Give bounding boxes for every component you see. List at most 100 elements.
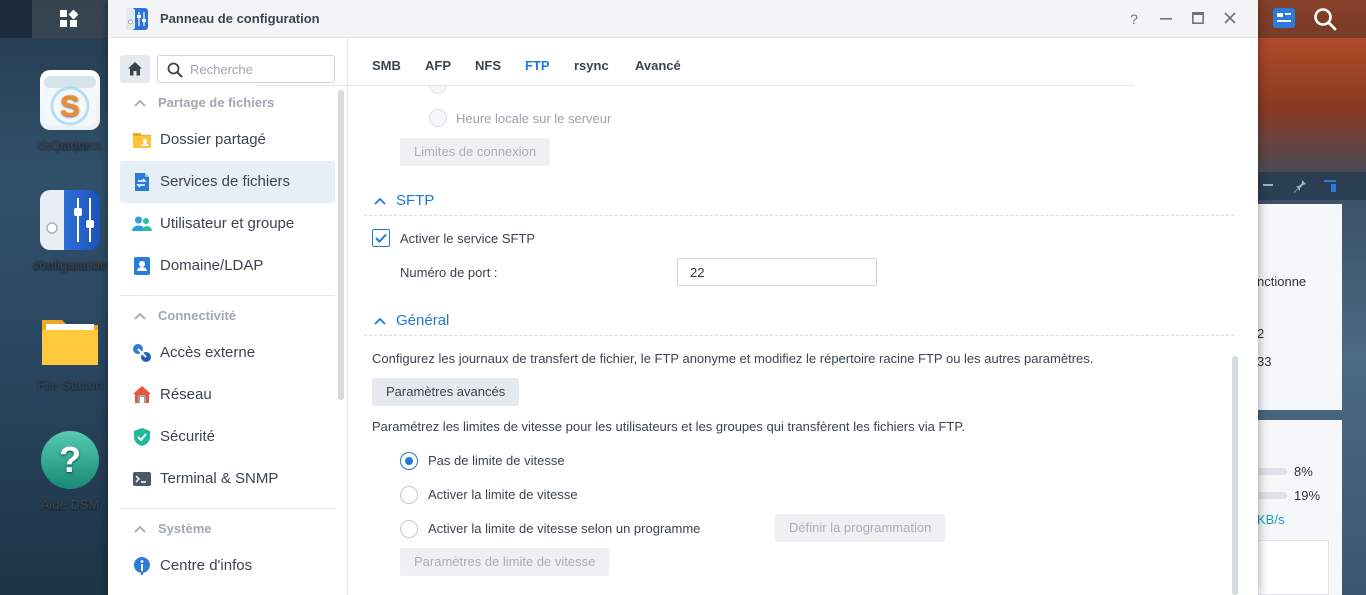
- info-icon: [133, 557, 150, 575]
- tab-smb[interactable]: SMB: [372, 58, 401, 73]
- shared-folder-icon: [133, 133, 151, 148]
- home-button[interactable]: [120, 55, 150, 83]
- minimize-icon: [1160, 18, 1172, 20]
- sidebar-item-security[interactable]: Sécurité: [120, 416, 335, 458]
- sidebar-separator: [120, 295, 335, 296]
- chevron-up-icon: [374, 197, 386, 205]
- svg-text:?: ?: [59, 439, 81, 480]
- network-speed: KB/s: [1257, 512, 1285, 527]
- sidebar-group-connectivity[interactable]: Connectivité: [134, 308, 236, 328]
- chevron-up-icon: [134, 312, 146, 320]
- sidebar-item-label: Centre d'infos: [160, 557, 253, 574]
- enable-sftp-checkbox[interactable]: [372, 229, 390, 247]
- sidebar-group-file-sharing[interactable]: Partage de fichiers: [134, 95, 274, 115]
- sidebar-group-label: Connectivité: [158, 308, 237, 323]
- control-panel-icon: [40, 190, 100, 250]
- section-divider: [364, 335, 1234, 336]
- enable-speed-limit-radio[interactable]: [400, 486, 418, 504]
- sftp-port-input[interactable]: [677, 258, 877, 286]
- pin-icon[interactable]: [1293, 179, 1307, 193]
- tab-bar: SMB AFP NFS FTP rsync Avancé: [348, 38, 1258, 86]
- advanced-settings-button[interactable]: Paramètres avancés: [372, 378, 520, 406]
- maximize-button[interactable]: [1188, 9, 1208, 29]
- terminal-icon: [133, 472, 151, 486]
- ram-bar: [1257, 492, 1287, 499]
- tab-advanced[interactable]: Avancé: [635, 58, 681, 73]
- sftp-section-header[interactable]: SFTP: [374, 192, 434, 209]
- enable-speed-limit-label: Activer la limite de vitesse: [428, 487, 578, 502]
- sidebar-group-label: Partage de fichiers: [158, 95, 275, 110]
- widget-menu-icon[interactable]: [1323, 179, 1337, 193]
- sidebar-item-label: Domaine/LDAP: [160, 257, 264, 274]
- sidebar-group-system[interactable]: Système: [134, 521, 211, 541]
- sidebar: Partage de fichiers Dossier partagé Serv…: [108, 38, 348, 595]
- no-speed-limit-radio[interactable]: [400, 452, 418, 470]
- sidebar-item-file-services[interactable]: Services de fichiers: [120, 161, 335, 203]
- window-title: Panneau de configuration: [160, 11, 320, 26]
- speed-limit-settings-button[interactable]: Paramètres de limite de vitesse: [400, 548, 610, 576]
- search-box[interactable]: [157, 55, 335, 83]
- local-time-label: Heure locale sur le serveur: [456, 111, 612, 126]
- enable-sftp-label: Activer le service SFTP: [400, 231, 536, 246]
- search-icon: [167, 62, 183, 78]
- widget-header: [1257, 172, 1366, 200]
- sidebar-item-info-center[interactable]: Centre d'infos: [120, 545, 335, 587]
- sidebar-item-label: Réseau: [160, 386, 212, 403]
- tab-afp[interactable]: AFP: [425, 58, 451, 73]
- minimize-icon[interactable]: [1263, 184, 1273, 188]
- general-section-header[interactable]: Général: [374, 312, 449, 329]
- connection-limits-button[interactable]: Limites de connexion: [400, 138, 551, 166]
- tab-rsync[interactable]: rsync: [574, 58, 609, 73]
- help-button[interactable]: ?: [1124, 9, 1144, 29]
- control-panel-icon: [126, 8, 148, 30]
- sidebar-item-user-group[interactable]: Utilisateur et groupe: [120, 203, 335, 245]
- sidebar-item-label: Dossier partagé: [160, 131, 266, 148]
- package-center-icon: S: [40, 70, 100, 130]
- general-description: Configurez les journaux de transfert de …: [372, 351, 1094, 366]
- close-button[interactable]: [1220, 9, 1240, 29]
- search-input[interactable]: [190, 60, 330, 78]
- sidebar-item-domain-ldap[interactable]: Domaine/LDAP: [120, 245, 335, 287]
- network-icon: [133, 386, 151, 403]
- sidebar-item-label: Terminal & SNMP: [160, 470, 279, 487]
- sidebar-item-label: Accès externe: [160, 344, 256, 361]
- chevron-up-icon: [134, 525, 146, 533]
- widget-status-text: nctionne: [1257, 274, 1307, 289]
- scheduled-speed-limit-radio[interactable]: [400, 520, 418, 538]
- set-schedule-button[interactable]: Définir la programmation: [775, 514, 946, 542]
- checkmark-icon: [375, 233, 387, 243]
- home-icon: [128, 62, 142, 76]
- svg-text:S: S: [60, 90, 80, 123]
- close-icon: [1224, 12, 1236, 24]
- widgets-icon[interactable]: [1272, 7, 1296, 29]
- system-health-widget: nctionne 2 33: [1257, 204, 1342, 410]
- search-icon[interactable]: [1313, 7, 1337, 31]
- sidebar-item-terminal-snmp[interactable]: Terminal & SNMP: [120, 458, 335, 500]
- main-menu-grid-icon[interactable]: [60, 10, 78, 28]
- tab-nfs[interactable]: NFS: [475, 58, 501, 73]
- cpu-bar: [1257, 468, 1287, 475]
- port-number-label: Numéro de port :: [400, 265, 498, 280]
- chevron-up-icon: [374, 317, 386, 325]
- minimize-button[interactable]: [1156, 9, 1176, 29]
- sidebar-item-shared-folder[interactable]: Dossier partagé: [120, 119, 335, 161]
- window-titlebar[interactable]: Panneau de configuration ?: [108, 0, 1258, 38]
- sidebar-item-external-access[interactable]: Accès externe: [120, 332, 335, 374]
- content-scrollbar[interactable]: [1232, 356, 1238, 595]
- time-option-radio[interactable]: [429, 86, 447, 94]
- no-speed-limit-label: Pas de limite de vitesse: [428, 453, 565, 468]
- sidebar-group-label: Système: [158, 521, 212, 536]
- sidebar-item-network[interactable]: Réseau: [120, 374, 335, 416]
- sidebar-separator: [120, 508, 335, 509]
- tab-ftp[interactable]: FTP: [525, 58, 550, 73]
- file-station-icon: [40, 310, 100, 370]
- chevron-up-icon: [134, 99, 146, 107]
- local-time-radio[interactable]: [429, 109, 447, 127]
- file-services-icon: [135, 173, 149, 191]
- ram-percent: 19%: [1294, 488, 1321, 503]
- domain-icon: [134, 257, 150, 275]
- widget-value: 2: [1257, 326, 1265, 341]
- speed-limit-description: Paramétrez les limites de vitesse pour l…: [372, 419, 965, 434]
- sidebar-item-label: Utilisateur et groupe: [160, 215, 295, 232]
- sidebar-scrollbar[interactable]: [338, 90, 344, 400]
